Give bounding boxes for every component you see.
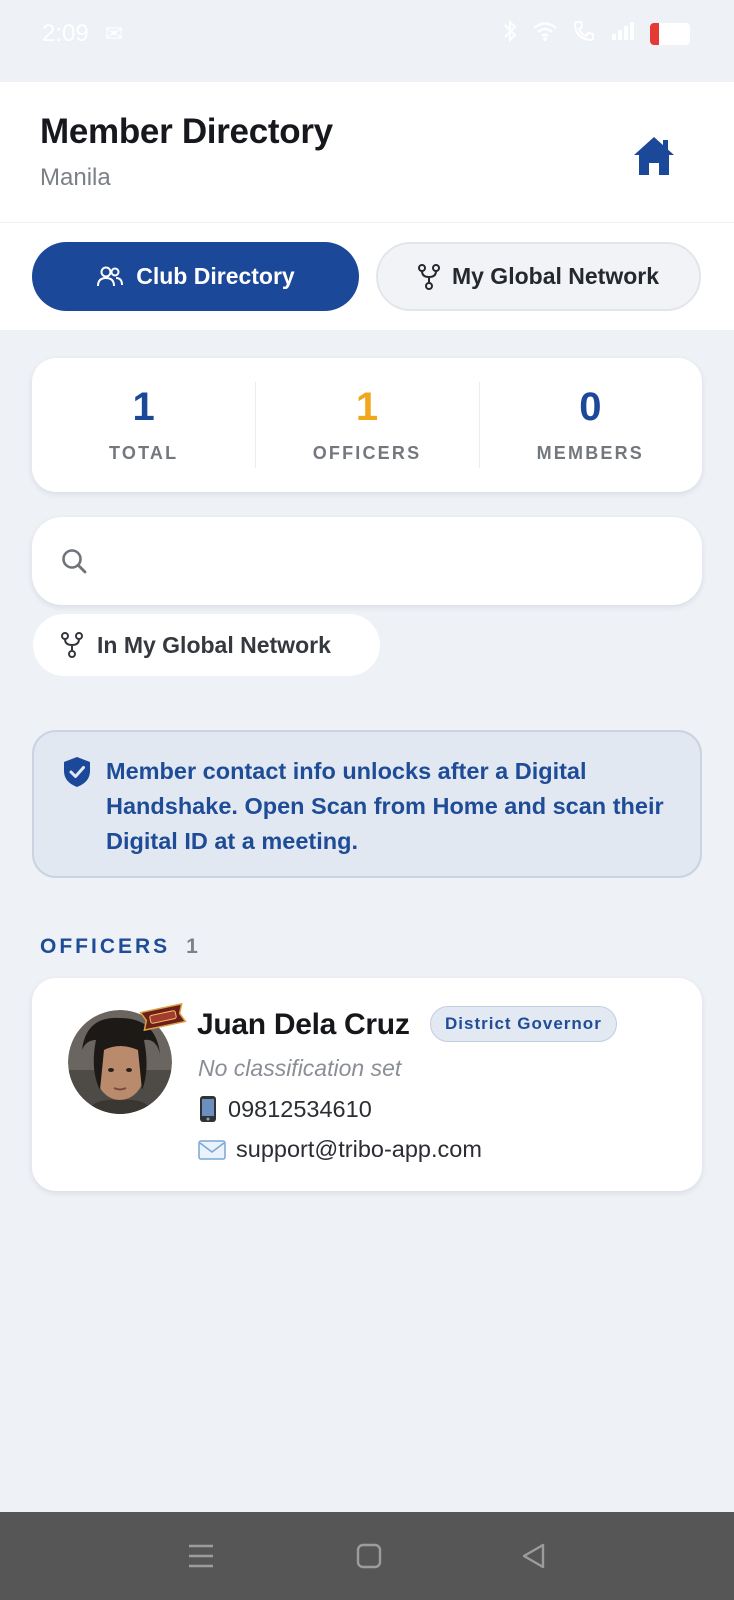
mobile-phone-icon (200, 1096, 216, 1122)
tab-my-global-network[interactable]: My Global Network (376, 242, 701, 311)
avatar-wrap (68, 1002, 187, 1114)
nav-menu-button[interactable] (181, 1536, 221, 1576)
home-button[interactable] (626, 128, 682, 184)
member-name: Juan Dela Cruz (197, 1008, 410, 1041)
stat-members-label: MEMBERS (536, 442, 645, 463)
stat-total: 1 TOTAL (32, 358, 255, 492)
home-icon (634, 137, 674, 175)
wifi-icon (532, 20, 558, 49)
member-card[interactable]: Juan Dela Cruz District Governor No clas… (32, 978, 702, 1191)
nav-home-button[interactable] (349, 1536, 389, 1576)
filter-in-my-global-network[interactable]: In My Global Network (33, 614, 380, 676)
officer-ribbon-icon (139, 1002, 187, 1032)
status-right (502, 19, 690, 50)
people-icon (97, 266, 124, 286)
page-title: Member Directory (40, 112, 333, 151)
member-phone: 09812534610 (228, 1095, 372, 1122)
page-subtitle: Manila (40, 164, 111, 191)
tab-my-global-network-label: My Global Network (451, 263, 660, 289)
stats-card: 1 TOTAL 1 OFFICERS 0 MEMBERS (32, 358, 702, 492)
battery-icon (650, 23, 690, 45)
battery-level (650, 23, 659, 45)
network-icon (61, 632, 83, 658)
status-left: 2:09 ✉ (42, 20, 123, 48)
member-email: support@tribo-app.com (236, 1136, 482, 1162)
stat-total-value: 1 (132, 384, 155, 429)
info-banner: Member contact info unlocks after a Digi… (32, 730, 702, 878)
search-input[interactable] (104, 531, 702, 591)
status-time: 2:09 (42, 20, 89, 47)
header: Member Directory Manila (0, 82, 734, 222)
bluetooth-icon (502, 19, 518, 50)
stat-total-label: TOTAL (109, 442, 179, 463)
section-count: 1 (186, 935, 201, 958)
section-title: OFFICERS (40, 935, 171, 958)
stat-members-value: 0 (579, 384, 602, 429)
tab-club-directory-label: Club Directory (136, 263, 295, 289)
call-icon (572, 19, 596, 50)
stat-officers-value: 1 (355, 384, 379, 429)
menu-icon (189, 1544, 213, 1568)
search-box[interactable] (32, 517, 702, 605)
stat-officers-label: OFFICERS (312, 442, 422, 463)
shield-check-icon (64, 757, 90, 787)
status-bar: 2:09 ✉ (0, 0, 734, 82)
officers-section-header: OFFICERS 1 (40, 935, 201, 959)
signal-icon (610, 20, 636, 49)
search-icon (62, 549, 87, 574)
back-triangle-icon (522, 1543, 545, 1569)
member-email-row[interactable]: support@tribo-app.com (198, 1136, 482, 1163)
nav-back-button[interactable] (514, 1536, 554, 1576)
stat-officers: 1 OFFICERS (255, 358, 478, 492)
system-navigation-bar (0, 1512, 734, 1600)
member-classification: No classification set (198, 1055, 402, 1081)
message-icon: ✉ (104, 21, 124, 46)
home-square-icon (356, 1543, 382, 1569)
envelope-icon (198, 1139, 226, 1160)
stat-members: 0 MEMBERS (478, 358, 702, 492)
tab-club-directory[interactable]: Club Directory (32, 242, 359, 311)
member-phone-row[interactable]: 09812534610 (198, 1095, 372, 1123)
directory-tabs: Club Directory My Global Network (0, 222, 734, 330)
filter-chip-label: In My Global Network (97, 631, 331, 658)
info-banner-text: Member contact info unlocks after a Digi… (106, 758, 664, 854)
network-icon (417, 263, 440, 290)
role-badge: District Governor (430, 1006, 617, 1042)
